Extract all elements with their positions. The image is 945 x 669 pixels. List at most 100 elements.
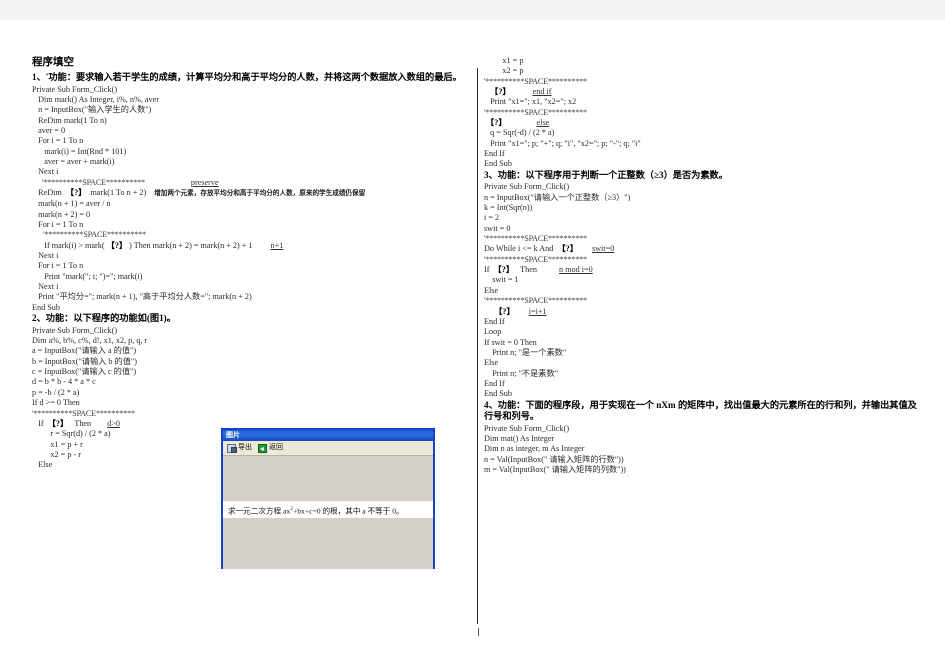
problem-2-blank-r2: 【?】 else bbox=[484, 118, 918, 128]
problem-2-code-right-line: Print "x1="; p; "+"; q; "i", "x2="; p; "… bbox=[484, 138, 641, 148]
problem-2-code-right-line: q = Sqr(-d) / (2 * a) bbox=[484, 128, 555, 138]
problem-2-code-right-line: End If bbox=[484, 149, 505, 159]
blank-placeholder[interactable]: 【?】 bbox=[66, 188, 86, 197]
problem-3-code-line: Print n; "是一个素数" bbox=[484, 347, 567, 357]
problem-1-code-a: Private Sub Form_Click() bbox=[32, 84, 118, 94]
problem-2-code-line: Private Sub Form_Click() bbox=[32, 325, 118, 335]
problem-1-code-line: n = InputBox("输入学生的人数") bbox=[32, 105, 152, 115]
problem-2-code-line: p = -b / (2 * a) bbox=[32, 387, 80, 397]
blank-placeholder[interactable]: 【?】 bbox=[490, 87, 510, 96]
problem-3-answer-3: i=i+1 bbox=[528, 306, 547, 316]
problem-1-code-line: mark(i) = Int(Rnd * 101) bbox=[32, 146, 127, 156]
problem-1-answer-2: n+1 bbox=[270, 240, 284, 250]
problem-4-code-line: n = Val(InputBox(" 请输入矩阵的行数")) bbox=[484, 454, 624, 464]
problem-3-code-line: swit = 0 bbox=[484, 223, 511, 233]
back-button[interactable]: 返回 bbox=[258, 443, 283, 453]
picture-window-titlebar: 图片 bbox=[223, 430, 433, 441]
problem-1-code-line: mark(n + 2) = 0 bbox=[32, 209, 91, 219]
column-divider bbox=[477, 68, 478, 624]
blank-placeholder[interactable]: 【?】 bbox=[494, 265, 514, 274]
problem-4-code-line: Dim mat() As Integer bbox=[484, 434, 555, 444]
problem-2-space-marker: '**********SPACE********** bbox=[32, 408, 135, 418]
problem-4-heading: 4、功能：下面的程序段，用于实现在一个 nXm 的矩阵中，找出值最大的元素所在的… bbox=[484, 399, 917, 422]
problem-3-code-line: If swit = 0 Then bbox=[484, 337, 537, 347]
problem-2-answer-r1: end if bbox=[532, 87, 552, 97]
problem-1-note: 增加两个元素，存放平均分和高于平均分的人数，原来的学生成绩仍保留 bbox=[154, 190, 366, 198]
problem-3-blank-3: 【?】 i=i+1 bbox=[484, 307, 918, 317]
problem-1-heading: 1、'功能：要求输入若干学生的成绩，计算平均分和高于平均分的人数，并将这两个数据… bbox=[32, 72, 462, 82]
problem-3-space-marker-3: '**********SPACE********** bbox=[484, 296, 587, 306]
picture-caption: 求一元二次方程 ax2+bx+c=0 的根，其中 a 不等于 0。 bbox=[223, 501, 433, 518]
problem-1-code-line: Next i bbox=[32, 282, 59, 292]
right-column: x1 = p x2 = p '**********SPACE**********… bbox=[484, 56, 918, 476]
problem-3-code-line: End If bbox=[484, 378, 505, 388]
problem-1-code-line: aver = aver + mark(i) bbox=[32, 157, 115, 166]
blank-placeholder[interactable]: 【?】 bbox=[494, 307, 514, 316]
problem-1-code-line: Next i bbox=[32, 251, 59, 261]
export-icon bbox=[227, 443, 237, 453]
blank-placeholder[interactable]: 【?】 bbox=[486, 118, 506, 127]
problem-2-code-line: b = InputBox("请输入 b 的值") bbox=[32, 356, 137, 366]
problem-1-code-line: Print "平均分="; mark(n + 1), "高于平均分人数="; m… bbox=[32, 292, 252, 302]
problem-1-code-line: For i = 1 To n bbox=[32, 261, 84, 271]
blank-placeholder[interactable]: 【?】 bbox=[557, 244, 577, 253]
picture-window-body: 求一元二次方程 ax2+bx+c=0 的根，其中 a 不等于 0。 bbox=[223, 456, 433, 569]
problem-2-code-right-line: Print "x1="; x1, "x2="; x2 bbox=[484, 97, 577, 107]
problem-3-code-line: Else bbox=[484, 358, 499, 368]
problem-1-code-line: mark(n + 1) = aver / n bbox=[32, 199, 111, 209]
problem-3-answer-2: n mod i=0 bbox=[559, 265, 593, 275]
document-content: 程序填空 1、'功能：要求输入若干学生的成绩，计算平均分和高于平均分的人数，并将… bbox=[32, 56, 918, 636]
problem-1-space-marker-1: '**********SPACE********** preserve bbox=[42, 177, 219, 187]
problem-3-space-marker-2: '**********SPACE********** bbox=[484, 254, 587, 264]
problem-2-heading: 2、功能：以下程序的功能如(图1)。 bbox=[32, 313, 176, 324]
problem-1-blank-line-2: If mark(i) > mark( 【?】 ) Then mark(n + 2… bbox=[32, 240, 284, 250]
problem-3-code-line: i = 2 bbox=[484, 213, 500, 223]
problem-1-space-marker-2: '**********SPACE********** bbox=[32, 230, 146, 240]
problem-2-code-line: a = InputBox("请输入 a 的值") bbox=[32, 346, 137, 356]
problem-1-code-line: Next i bbox=[32, 167, 59, 177]
problem-1-code-line: For i = 1 To n bbox=[32, 136, 84, 146]
problem-1-code-line: aver = 0 bbox=[32, 125, 66, 135]
problem-3-code-line: Private Sub Form_Click() bbox=[484, 182, 570, 192]
problem-1-code-line: Print "mark("; i; ")="; mark(i) bbox=[32, 271, 143, 281]
problem-3-code-line: Print n; "不是素数" bbox=[484, 368, 559, 378]
problem-2-code-line: Dim a%, b%, c%, d!, x1, x2, p, q, r bbox=[32, 336, 148, 346]
problem-2-code-right-line: End Sub bbox=[484, 159, 512, 169]
problem-1-code-line: Dim mark() As Integer, i%, n%, aver bbox=[32, 94, 159, 104]
problem-1-code-line: For i = 1 To n bbox=[32, 220, 84, 230]
problem-1-code-line: End Sub bbox=[32, 302, 60, 312]
picture-form-window[interactable]: 图片 导出 返回 求一元二次方程 ax2+bx+c=0 的根，其中 a 不等于 … bbox=[221, 428, 435, 569]
problem-3-space-marker-1: '**********SPACE********** bbox=[484, 234, 587, 244]
problem-3-heading: 3、功能：以下程序用于判断一个正整数（≥3）是否为素数。 bbox=[484, 169, 728, 180]
problem-2-space-marker-r1: '**********SPACE********** bbox=[484, 76, 587, 86]
problem-1-blank-line-1: ReDim 【?】 mark(1 To n + 2) 增加两个元素，存放平均分和高… bbox=[32, 188, 366, 198]
back-arrow-icon bbox=[258, 443, 267, 453]
export-button[interactable]: 导出 bbox=[227, 443, 252, 453]
problem-2-blank-r1: 【?】 end if bbox=[484, 87, 918, 97]
problem-3-blank-1: Do While i <= k And 【?】 swit=0 bbox=[484, 244, 615, 254]
problem-3-blank-2: If 【?】 Then n mod i=0 bbox=[484, 265, 593, 275]
problem-2-code-line: c = InputBox("请输入 c 的值") bbox=[32, 367, 137, 377]
problem-2-code-line: If d >= 0 Then bbox=[32, 398, 80, 408]
back-button-label: 返回 bbox=[269, 443, 283, 451]
problem-3-code-line: Else bbox=[484, 285, 499, 295]
problem-1-answer-1: preserve bbox=[190, 177, 219, 187]
document-page: 程序填空 1、'功能：要求输入若干学生的成绩，计算平均分和高于平均分的人数，并将… bbox=[0, 20, 945, 669]
problem-3-code-line: k = Int(Sqr(n)) bbox=[484, 203, 533, 213]
problem-2-space-marker-r2: '**********SPACE********** bbox=[484, 107, 587, 117]
problem-2-code-line: d = b * b - 4 * a * c bbox=[32, 377, 96, 387]
picture-window-toolbar: 导出 返回 bbox=[223, 441, 433, 456]
problem-4-code-line: m = Val(InputBox(" 请输入矩阵的列数")) bbox=[484, 465, 626, 475]
problem-3-code-line: n = InputBox("请输入一个正整数（≥3）") bbox=[484, 192, 631, 202]
page-title: 程序填空 bbox=[32, 57, 74, 68]
blank-placeholder[interactable]: 【?】 bbox=[107, 241, 127, 250]
left-column: 程序填空 1、'功能：要求输入若干学生的成绩，计算平均分和高于平均分的人数，并将… bbox=[32, 56, 464, 569]
problem-1-code-line: ReDim mark(1 To n) bbox=[32, 115, 107, 125]
problem-2-answer-r2: else bbox=[536, 118, 550, 128]
problem-3-code-line: End If bbox=[484, 316, 505, 326]
blank-placeholder[interactable]: 【?】 bbox=[48, 419, 68, 428]
problem-2-code-right-line: x2 = p bbox=[484, 66, 524, 76]
problem-3-answer-1: swit=0 bbox=[591, 244, 615, 254]
problem-2-code-right-line: x1 = p bbox=[484, 56, 524, 65]
export-button-label: 导出 bbox=[238, 443, 252, 451]
